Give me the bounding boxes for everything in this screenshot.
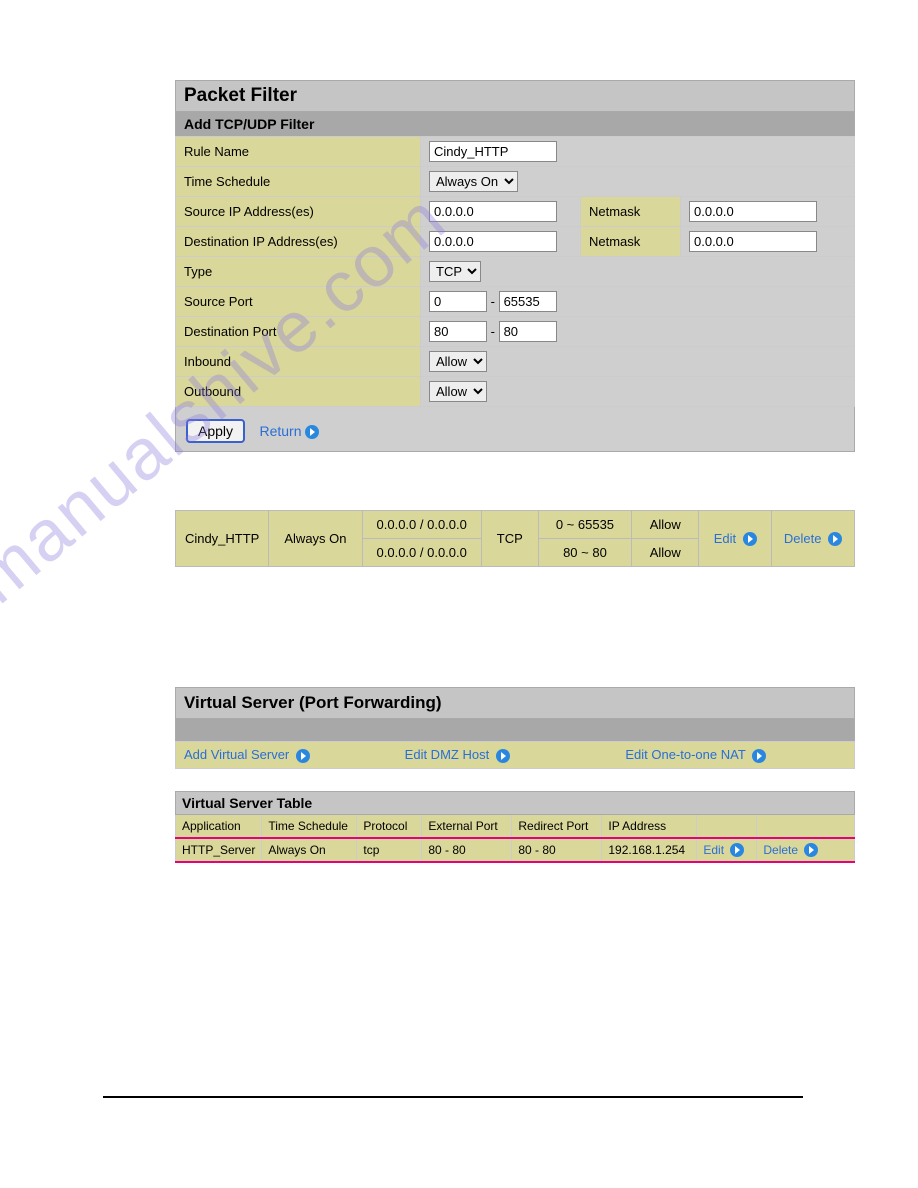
rule-name-input[interactable] bbox=[429, 141, 557, 162]
inbound-label: Inbound bbox=[176, 347, 421, 377]
dash-separator: - bbox=[491, 324, 499, 339]
packet-filter-title: Packet Filter bbox=[175, 80, 855, 112]
edit-label: Edit bbox=[703, 843, 724, 857]
rule-inbound-cell: Allow bbox=[632, 511, 699, 539]
rule-dstport-cell: 80 ~ 80 bbox=[538, 539, 631, 567]
vst-title: Virtual Server Table bbox=[176, 791, 855, 814]
rule-schedule-cell: Always On bbox=[269, 511, 362, 567]
return-link[interactable]: Return bbox=[259, 423, 318, 439]
play-arrow-icon bbox=[743, 532, 757, 546]
rule-name-cell: Cindy_HTTP bbox=[176, 511, 269, 567]
dest-netmask-label: Netmask bbox=[581, 227, 681, 257]
rule-name-label: Rule Name bbox=[176, 137, 421, 167]
vst-header-schedule: Time Schedule bbox=[262, 814, 357, 838]
rule-outbound-cell: Allow bbox=[632, 539, 699, 567]
grey-bar bbox=[175, 719, 855, 741]
source-netmask-label: Netmask bbox=[581, 197, 681, 227]
rule-proto-cell: TCP bbox=[481, 511, 538, 567]
play-arrow-icon bbox=[828, 532, 842, 546]
edit-label: Edit bbox=[714, 531, 736, 546]
play-arrow-icon bbox=[496, 749, 510, 763]
dest-ip-input[interactable] bbox=[429, 231, 557, 252]
source-port-to-input[interactable] bbox=[499, 291, 557, 312]
vst-edit-link[interactable]: Edit bbox=[697, 838, 757, 863]
source-netmask-input[interactable] bbox=[689, 201, 817, 222]
apply-button[interactable]: Apply bbox=[186, 419, 245, 443]
type-label: Type bbox=[176, 257, 421, 287]
dest-ip-label: Destination IP Address(es) bbox=[176, 227, 421, 257]
edit-nat-link[interactable]: Edit One-to-one NAT bbox=[625, 747, 766, 762]
add-virtual-server-link[interactable]: Add Virtual Server bbox=[184, 747, 310, 762]
outbound-select[interactable]: Allow bbox=[429, 381, 487, 402]
play-arrow-icon bbox=[305, 425, 319, 439]
dest-port-to-input[interactable] bbox=[499, 321, 557, 342]
source-ip-input[interactable] bbox=[429, 201, 557, 222]
add-vs-label: Add Virtual Server bbox=[184, 747, 289, 762]
rule-src-cell: 0.0.0.0 / 0.0.0.0 bbox=[362, 511, 481, 539]
rule-srcport-cell: 0 ~ 65535 bbox=[538, 511, 631, 539]
footer-rule bbox=[103, 1096, 803, 1098]
play-arrow-icon bbox=[730, 843, 744, 857]
dest-port-from-input[interactable] bbox=[429, 321, 487, 342]
play-arrow-icon bbox=[804, 843, 818, 857]
play-arrow-icon bbox=[752, 749, 766, 763]
delete-label: Delete bbox=[784, 531, 822, 546]
vst-header-redir: Redirect Port bbox=[512, 814, 602, 838]
vst-app-cell: HTTP_Server bbox=[176, 838, 262, 863]
source-port-label: Source Port bbox=[176, 287, 421, 317]
dest-port-label: Destination Port bbox=[176, 317, 421, 347]
nat-label: Edit One-to-one NAT bbox=[625, 747, 745, 762]
vst-redir-cell: 80 - 80 bbox=[512, 838, 602, 863]
vst-ext-cell: 80 - 80 bbox=[422, 838, 512, 863]
inbound-select[interactable]: Allow bbox=[429, 351, 487, 372]
dmz-label: Edit DMZ Host bbox=[405, 747, 490, 762]
rule-edit-link[interactable]: Edit bbox=[699, 511, 772, 567]
delete-label: Delete bbox=[763, 843, 798, 857]
source-port-from-input[interactable] bbox=[429, 291, 487, 312]
source-ip-label: Source IP Address(es) bbox=[176, 197, 421, 227]
vst-header-proto: Protocol bbox=[357, 814, 422, 838]
vst-schedule-cell: Always On bbox=[262, 838, 357, 863]
dash-separator: - bbox=[491, 294, 499, 309]
time-schedule-label: Time Schedule bbox=[176, 167, 421, 197]
rule-delete-link[interactable]: Delete bbox=[772, 511, 855, 567]
virtual-server-title: Virtual Server (Port Forwarding) bbox=[175, 687, 855, 719]
rule-dst-cell: 0.0.0.0 / 0.0.0.0 bbox=[362, 539, 481, 567]
vst-delete-link[interactable]: Delete bbox=[757, 838, 855, 863]
dest-netmask-input[interactable] bbox=[689, 231, 817, 252]
type-select[interactable]: TCP bbox=[429, 261, 481, 282]
vst-proto-cell: tcp bbox=[357, 838, 422, 863]
vst-header-ip: IP Address bbox=[602, 814, 697, 838]
time-schedule-select[interactable]: Always On bbox=[429, 171, 518, 192]
vst-header-ext: External Port bbox=[422, 814, 512, 838]
play-arrow-icon bbox=[296, 749, 310, 763]
add-filter-subtitle: Add TCP/UDP Filter bbox=[175, 112, 855, 136]
vst-ip-cell: 192.168.1.254 bbox=[602, 838, 697, 863]
edit-dmz-link[interactable]: Edit DMZ Host bbox=[405, 747, 510, 762]
vst-header-app: Application bbox=[176, 814, 262, 838]
return-label: Return bbox=[259, 423, 301, 439]
outbound-label: Outbound bbox=[176, 377, 421, 407]
